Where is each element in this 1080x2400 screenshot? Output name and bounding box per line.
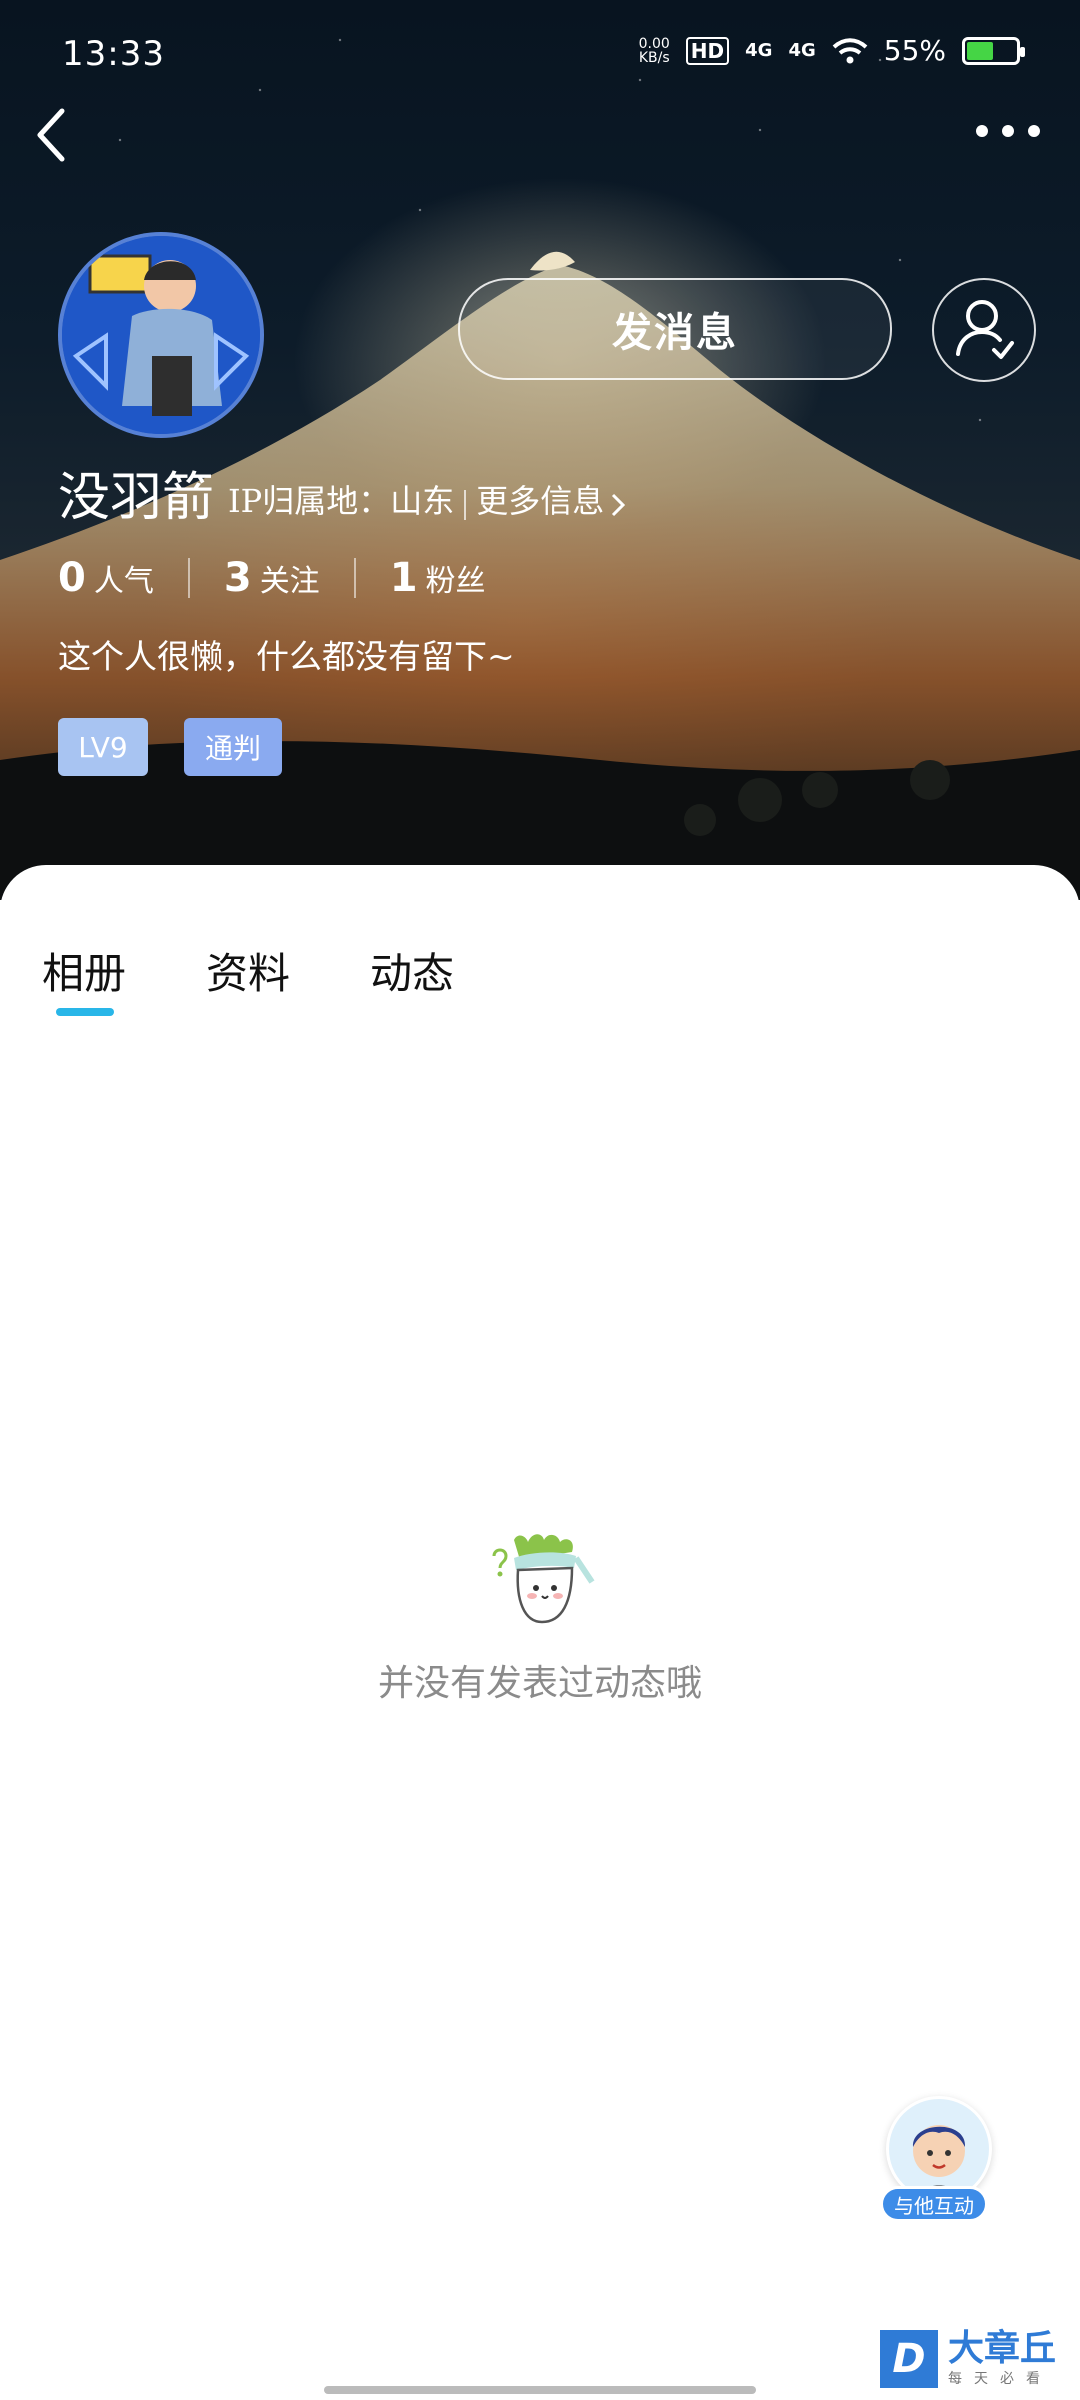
interact-label: 与他互动 xyxy=(880,2186,988,2222)
status-bar: 13:33 0.00 KB/s HD 4G 4G 55% xyxy=(0,0,1080,110)
avatar-illustration xyxy=(62,236,260,434)
interact-button[interactable]: 与他互动 xyxy=(876,2096,996,2226)
signal-icon: 4G xyxy=(745,40,773,61)
empty-mascot-icon xyxy=(492,1534,595,1624)
stat-popularity[interactable]: 0 人气 xyxy=(58,555,154,601)
stat-value: 3 xyxy=(223,555,252,601)
divider xyxy=(353,558,356,598)
tab-posts[interactable]: 动态 xyxy=(370,940,454,1001)
tab-profile-info[interactable]: 资料 xyxy=(206,940,290,1001)
network-speed-unit: KB/s xyxy=(638,49,670,66)
empty-state-text: 并没有发表过动态哦 xyxy=(377,1663,702,1704)
name-row: 没羽箭 IP归属地：山东 更多信息 xyxy=(58,455,626,530)
stat-fans[interactable]: 1 粉丝 xyxy=(390,555,486,601)
watermark-text: 大章丘 每天必看 xyxy=(948,2330,1056,2388)
role-badge[interactable]: 通判 xyxy=(184,718,282,776)
home-indicator[interactable] xyxy=(324,2386,756,2394)
level-badge[interactable]: LV9 xyxy=(58,718,148,776)
username: 没羽箭 xyxy=(58,468,215,528)
wifi-icon xyxy=(832,37,868,63)
empty-state: 并没有发表过动态哦 xyxy=(0,1530,1080,1706)
stat-label: 关注 xyxy=(259,564,320,599)
watermark-letter: D xyxy=(880,2330,938,2388)
more-options-icon[interactable] xyxy=(976,125,1040,137)
follow-button[interactable] xyxy=(932,278,1036,382)
watermark-logo: D 大章丘 每天必看 xyxy=(880,2330,1056,2388)
stat-value: 1 xyxy=(389,555,418,601)
chevron-right-icon[interactable] xyxy=(610,492,626,518)
divider xyxy=(187,558,190,598)
battery-percent: 55% xyxy=(883,34,946,67)
stats-row: 0 人气 3 关注 1 粉丝 xyxy=(58,555,486,601)
status-icons: 0.00 KB/s HD 4G 4G 55% xyxy=(639,34,1025,67)
network-speed: 0.00 KB/s xyxy=(639,37,670,65)
watermark-subtitle: 每天必看 xyxy=(948,2371,1052,2387)
back-arrow-icon[interactable] xyxy=(32,105,72,165)
battery-icon xyxy=(962,36,1025,65)
more-info-link[interactable]: 更多信息 xyxy=(476,476,604,522)
profile-tabs: 相册 资料 动态 xyxy=(42,940,454,1016)
avatar[interactable] xyxy=(58,232,264,438)
top-navigation xyxy=(0,95,1080,175)
tab-album[interactable]: 相册 xyxy=(42,940,126,1016)
stat-label: 人气 xyxy=(93,564,154,599)
bio-text: 这个人很懒，什么都没有留下~ xyxy=(58,637,515,676)
status-time: 13:33 xyxy=(62,34,165,74)
stat-label: 粉丝 xyxy=(425,564,486,599)
stat-value: 0 xyxy=(58,555,86,601)
send-message-button[interactable]: 发消息 xyxy=(458,278,892,380)
signal-icon: 4G xyxy=(788,40,816,61)
stat-following[interactable]: 3 关注 xyxy=(224,555,320,601)
user-check-icon xyxy=(956,300,1014,359)
watermark-title: 大章丘 xyxy=(948,2328,1057,2369)
hd-icon: HD xyxy=(685,36,730,65)
badges: LV9 通判 xyxy=(58,718,282,776)
network-speed-value: 0.00 xyxy=(638,35,670,52)
divider xyxy=(464,490,467,520)
ip-location: IP归属地：山东 xyxy=(228,482,455,520)
